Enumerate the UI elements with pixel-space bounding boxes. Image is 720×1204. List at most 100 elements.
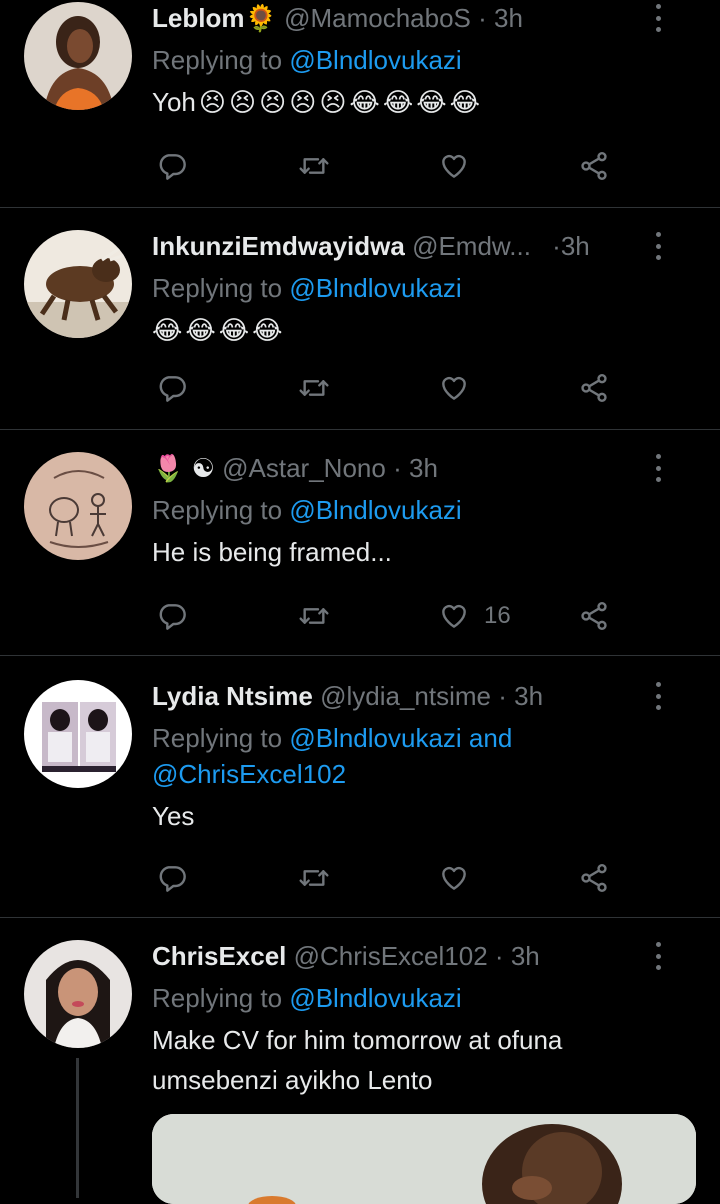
tweet[interactable]: Leblom🌻 @MamochaboS · 3h Replying to @Bl… xyxy=(0,0,720,208)
retweet-icon xyxy=(298,372,330,404)
display-name[interactable]: InkunziEmdwayidwa xyxy=(152,231,405,261)
more-icon[interactable] xyxy=(648,4,668,32)
reply-button[interactable] xyxy=(156,596,188,636)
tweet-text: 😂 😂 😂 😂 xyxy=(152,310,690,350)
retweet-button[interactable] xyxy=(298,146,330,186)
replying-to-label: Replying to xyxy=(152,273,283,303)
replying-to: Replying to @Blndlovukazi xyxy=(152,42,690,78)
share-icon xyxy=(578,600,610,632)
retweet-icon xyxy=(298,862,330,894)
replying-to: Replying to @Blndlovukazi xyxy=(152,980,690,1016)
like-button[interactable]: 16 xyxy=(438,596,511,636)
mention-link[interactable]: @ChrisExcel102 xyxy=(152,759,346,789)
avatar-image xyxy=(24,230,132,338)
avatar-image xyxy=(24,940,132,1048)
emoji: 😂 xyxy=(382,87,414,117)
separator: · xyxy=(498,681,507,711)
like-icon xyxy=(438,862,470,894)
emoji: 😂 xyxy=(416,87,447,117)
avatar[interactable] xyxy=(24,2,132,110)
retweet-button[interactable] xyxy=(298,596,330,636)
emoji: 😣 xyxy=(319,87,347,117)
avatar[interactable] xyxy=(24,452,132,560)
tweet-text: He is being framed... xyxy=(152,537,392,567)
reply-button[interactable] xyxy=(156,858,188,898)
reply-button[interactable] xyxy=(156,146,188,186)
handle[interactable]: @Astar_Nono xyxy=(222,453,386,483)
retweet-button[interactable] xyxy=(298,368,330,408)
share-icon xyxy=(578,372,610,404)
emoji: 😂 xyxy=(218,315,250,345)
replying-to-label: Replying to xyxy=(152,983,283,1013)
separator: · xyxy=(478,3,487,33)
replying-to-label: Replying to xyxy=(152,495,283,525)
tweet-text: Yes xyxy=(152,801,195,831)
timestamp[interactable]: 3h xyxy=(511,941,540,971)
replying-to-label: Replying to xyxy=(152,45,283,75)
timestamp[interactable]: 3h xyxy=(409,453,438,483)
timestamp[interactable]: 3h xyxy=(514,681,543,711)
avatar[interactable] xyxy=(24,680,132,788)
reply-icon xyxy=(156,600,188,632)
like-icon xyxy=(438,150,470,182)
action-bar xyxy=(152,368,622,408)
tweet[interactable]: InkunziEmdwayidwa @Emdw... ·3h Replying … xyxy=(0,208,720,430)
emoji: 😂 xyxy=(152,315,183,345)
like-button[interactable] xyxy=(438,368,470,408)
more-icon[interactable] xyxy=(648,942,668,970)
share-button[interactable] xyxy=(578,858,610,898)
like-icon xyxy=(438,600,470,632)
share-button[interactable] xyxy=(578,596,610,636)
avatar[interactable] xyxy=(24,230,132,338)
display-name[interactable]: ChrisExcel xyxy=(152,941,286,971)
emoji: 😣 xyxy=(198,87,226,117)
avatar[interactable] xyxy=(24,940,132,1048)
handle[interactable]: @Emdw... xyxy=(412,231,531,261)
emoji: 😂 xyxy=(449,87,480,117)
avatar-image xyxy=(24,452,132,560)
separator: · xyxy=(494,941,504,971)
reply-icon xyxy=(156,150,188,182)
display-name[interactable]: Lydia Ntsime xyxy=(152,681,313,711)
retweet-icon xyxy=(298,150,330,182)
mention-link[interactable]: @Blndlovukazi xyxy=(289,983,461,1013)
media-image[interactable] xyxy=(152,1114,696,1204)
more-icon[interactable] xyxy=(648,454,668,482)
retweet-icon xyxy=(298,600,330,632)
mention-link[interactable]: @Blndlovukazi xyxy=(289,45,461,75)
tweet-text-line: umsebenzi ayikho Lento xyxy=(152,1065,433,1095)
mention-link[interactable]: @Blndlovukazi xyxy=(289,495,461,525)
like-count: 16 xyxy=(484,602,511,629)
display-name[interactable]: Leblom xyxy=(152,3,244,33)
like-button[interactable] xyxy=(438,858,470,898)
like-button[interactable] xyxy=(438,146,470,186)
reply-button[interactable] xyxy=(156,368,188,408)
replying-to: Replying to @Blndlovukazi xyxy=(152,270,690,306)
share-button[interactable] xyxy=(578,146,610,186)
tweet[interactable]: 🌷 ☯ @Astar_Nono · 3h Replying to @Blndlo… xyxy=(0,430,720,656)
timestamp[interactable]: 3h xyxy=(494,3,523,33)
retweet-button[interactable] xyxy=(298,858,330,898)
emoji: 😂 xyxy=(185,315,216,345)
share-button[interactable] xyxy=(578,368,610,408)
handle[interactable]: @MamochaboS xyxy=(284,3,471,33)
timestamp[interactable]: 3h xyxy=(561,231,590,261)
action-bar: 16 xyxy=(152,596,622,636)
more-icon[interactable] xyxy=(648,682,668,710)
thread-line xyxy=(76,1058,79,1198)
tweet-text-line: Make CV for him tomorrow at ofuna xyxy=(152,1025,563,1055)
mention-link[interactable]: @Blndlovukazi xyxy=(289,273,461,303)
more-icon[interactable] xyxy=(648,232,668,260)
like-icon xyxy=(438,372,470,404)
handle[interactable]: @lydia_ntsime xyxy=(320,681,491,711)
emoji: 😣 xyxy=(259,87,287,117)
handle[interactable]: @ChrisExcel102 xyxy=(294,941,488,971)
display-name-emojis[interactable]: 🌷 ☯ xyxy=(152,453,215,483)
tweet-header: Leblom🌻 @MamochaboS · 3h xyxy=(152,2,690,34)
replying-to: Replying to @Blndlovukazi and @ChrisExce… xyxy=(152,720,690,792)
separator: · xyxy=(393,453,402,483)
mention-link[interactable]: @Blndlovukazi xyxy=(289,723,461,753)
tweet[interactable]: Lydia Ntsime @lydia_ntsime · 3h Replying… xyxy=(0,656,720,918)
emoji: 😣 xyxy=(228,87,257,117)
emoji: 😂 xyxy=(252,315,283,345)
